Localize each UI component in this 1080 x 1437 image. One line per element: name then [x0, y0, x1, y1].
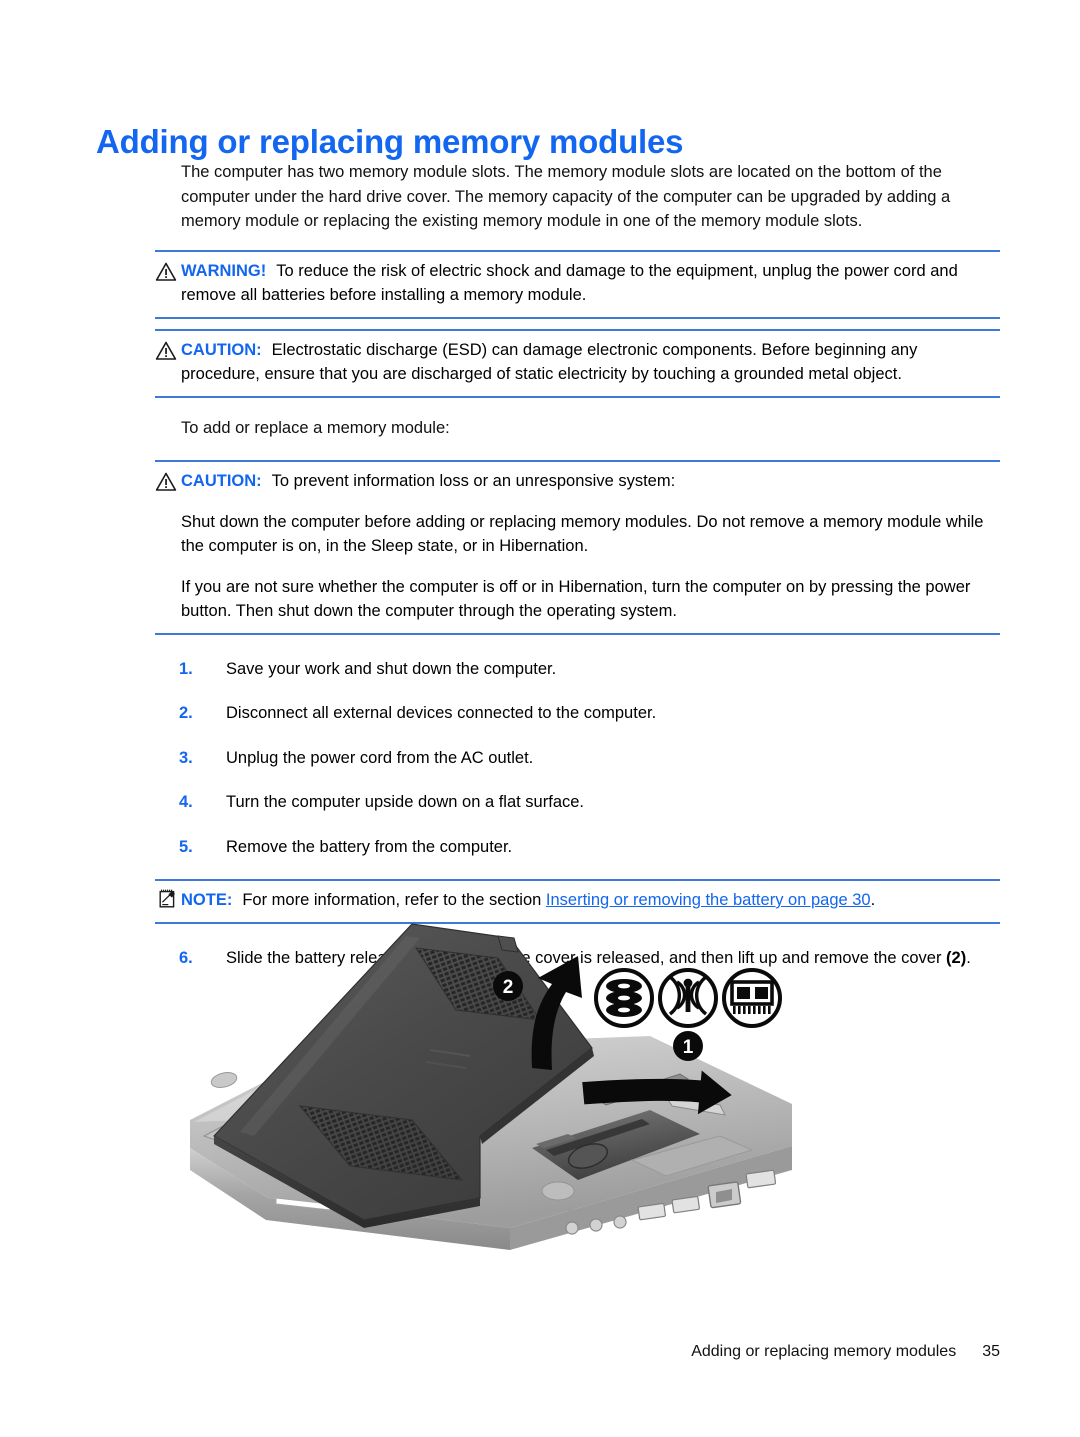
figure-illustration: 2 1: [190, 923, 792, 1250]
page-title: Adding or replacing memory modules: [96, 123, 684, 161]
laptop-cover-removal-figure: 2 1: [180, 898, 820, 1268]
note-text-after: .: [870, 891, 876, 909]
laptop-rubber-foot: [541, 1181, 575, 1201]
notepad-pencil-icon: [157, 888, 179, 910]
step-text: Save your work and shut down the compute…: [226, 659, 557, 678]
step-text: Remove the battery from the computer.: [226, 837, 513, 856]
list-item: 1. Save your work and shut down the comp…: [155, 657, 1000, 682]
laptop-rubber-foot: [210, 1072, 238, 1088]
footer-page-number: 35: [982, 1343, 1000, 1360]
caution-data-text: To prevent information loss or an unresp…: [271, 472, 676, 490]
document-content: The computer has two memory module slots…: [155, 160, 1000, 990]
lead-in-paragraph: To add or replace a memory module:: [181, 418, 450, 437]
step-number: 3.: [179, 748, 193, 767]
list-item: 4. Turn the computer upside down on a fl…: [155, 790, 1000, 815]
list-item: 2. Disconnect all external devices conne…: [155, 701, 1000, 726]
step-number: 2.: [179, 704, 193, 722]
caution-data-label: CAUTION:: [181, 472, 262, 490]
usb-port: [671, 1195, 700, 1214]
warning-admonition: WARNING! To reduce the risk of electric s…: [155, 249, 1000, 319]
document-page: Adding or replacing memory modules The c…: [0, 0, 1080, 1437]
callout-1: 1: [673, 1031, 703, 1061]
caution-esd-admonition: CAUTION: Electrostatic discharge (ESD) ca…: [155, 328, 1000, 398]
warning-triangle-icon: [155, 261, 177, 283]
callout-2-label: 2: [503, 977, 514, 998]
step-text: Disconnect all external devices connecte…: [226, 704, 657, 722]
step-six-part-3: .: [966, 948, 971, 967]
step-number: 4.: [179, 793, 193, 811]
callout-1-label: 1: [683, 1037, 694, 1058]
intro-paragraph: The computer has two memory module slots…: [181, 163, 951, 230]
usb-port: [637, 1202, 666, 1221]
caution-esd-text: Electrostatic discharge (ESD) can damage…: [181, 340, 918, 384]
procedure-steps-list: 1. Save your work and shut down the comp…: [155, 657, 1000, 860]
caution-esd-text-line: CAUTION: Electrostatic discharge (ESD) ca…: [181, 338, 1000, 387]
caution-data-text-line: CAUTION: To prevent information loss or a…: [181, 469, 1000, 494]
warning-triangle-icon: [155, 471, 177, 493]
warning-triangle-icon: [155, 340, 177, 362]
caution-esd-label: CAUTION:: [181, 340, 262, 359]
memory-module-icon: [722, 968, 782, 1028]
step-text: Unplug the power cord from the AC outlet…: [226, 748, 534, 767]
step-number: 5.: [179, 837, 193, 856]
step-six-callout-2: (2): [946, 948, 967, 967]
step-number: 1.: [179, 659, 193, 678]
warning-text-line: WARNING! To reduce the risk of electric s…: [181, 259, 1000, 308]
warning-label: WARNING!: [181, 261, 267, 280]
page-footer: Adding or replacing memory modules 35: [96, 1343, 1000, 1361]
caution-data-paragraph-1: Shut down the computer before adding or …: [181, 512, 984, 556]
warning-text: To reduce the risk of electric shock and…: [181, 261, 958, 305]
wireless-antenna-icon: [658, 968, 718, 1028]
footer-section-title: Adding or replacing memory modules: [691, 1343, 957, 1360]
caution-data-admonition: CAUTION: To prevent information loss or a…: [155, 460, 1000, 635]
hard-drive-icon: [594, 968, 654, 1028]
caution-data-paragraph-2: If you are not sure whether the computer…: [181, 577, 971, 621]
callout-2: 2: [493, 971, 523, 1001]
step-text: Turn the computer upside down on a flat …: [226, 793, 585, 811]
list-item: 3. Unplug the power cord from the AC out…: [155, 746, 1000, 771]
list-item: 5. Remove the battery from the computer.: [155, 835, 1000, 860]
